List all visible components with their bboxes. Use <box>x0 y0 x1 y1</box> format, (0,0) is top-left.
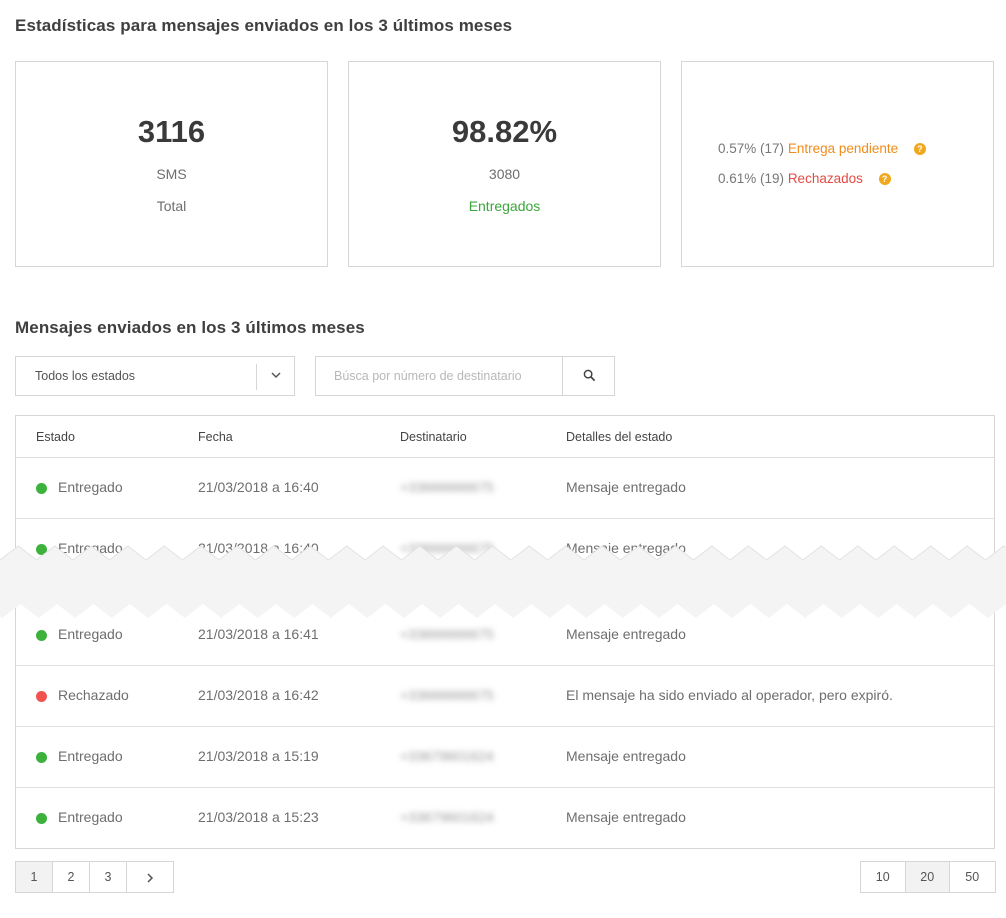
page-size-10[interactable]: 10 <box>861 862 906 892</box>
row-recipient: +33666666675 <box>400 479 494 495</box>
page-button-1[interactable]: 1 <box>16 862 53 892</box>
row-date: 21/03/2018 a 15:19 <box>198 748 319 764</box>
stats-title: Estadísticas para mensajes enviados en l… <box>15 16 513 35</box>
pending-label[interactable]: Entrega pendiente <box>788 141 898 156</box>
total-card: 3116 SMS Total <box>15 61 328 267</box>
delivered-card: 98.82% 3080 Entregados <box>348 61 661 267</box>
status-dot <box>36 691 47 702</box>
next-page-button[interactable] <box>127 862 173 892</box>
row-status: Entregado <box>58 626 123 642</box>
row-date: 21/03/2018 a 16:42 <box>198 687 319 703</box>
page-size-50[interactable]: 50 <box>950 862 995 892</box>
total-value: 3116 <box>137 114 206 149</box>
select-divider <box>256 364 257 390</box>
column-header-details: Detalles del estado <box>566 430 673 444</box>
row-date: 21/03/2018 a 15:23 <box>198 809 319 825</box>
delivered-percent: 98.82% <box>451 114 558 149</box>
status-dot <box>36 752 47 763</box>
row-recipient: +33666666675 <box>400 626 494 642</box>
messages-title: Mensajes enviados en los 3 últimos meses <box>15 318 365 337</box>
row-details: Mensaje entregado <box>566 748 686 764</box>
row-status: Rechazado <box>58 687 129 703</box>
table-row: Entregado 21/03/2018 a 15:19 +3367960162… <box>16 727 994 788</box>
row-details: Mensaje entregado <box>566 626 686 642</box>
rejected-label[interactable]: Rechazados <box>788 171 863 186</box>
help-icon[interactable]: ? <box>878 173 891 185</box>
table-header: Estado Fecha Destinatario Detalles del e… <box>16 416 994 458</box>
help-icon[interactable]: ? <box>913 143 926 155</box>
pending-line: 0.57% (17) Entrega pendiente ? <box>718 141 926 156</box>
row-date: 21/03/2018 a 16:40 <box>198 479 319 495</box>
search-input[interactable] <box>316 357 562 395</box>
row-details: Mensaje entregado <box>566 809 686 825</box>
column-header-recipient: Destinatario <box>400 430 467 444</box>
other-status-card: 0.57% (17) Entrega pendiente ? 0.61% (19… <box>681 61 994 267</box>
status-filter-value: Todos los estados <box>35 369 136 383</box>
recipient-search <box>315 356 615 396</box>
table-row: Entregado 21/03/2018 a 15:23 +3367960162… <box>16 788 994 849</box>
pagination: 1 2 3 <box>15 861 174 893</box>
total-label: Total <box>156 198 187 214</box>
delivered-label: Entregados <box>468 198 541 214</box>
table-row: Entregado 21/03/2018 a 16:40 +3366666667… <box>16 458 994 519</box>
status-dot <box>36 483 47 494</box>
table-row: Rechazado 21/03/2018 a 16:42 +3366666667… <box>16 666 994 727</box>
status-filter-select[interactable]: Todos los estados <box>15 356 295 396</box>
page-button-3[interactable]: 3 <box>90 862 127 892</box>
total-unit: SMS <box>156 166 187 182</box>
row-status: Entregado <box>58 748 123 764</box>
page-size-20[interactable]: 20 <box>905 862 950 892</box>
rejected-prefix: 0.61% (19) <box>718 171 785 186</box>
column-header-status: Estado <box>36 430 75 444</box>
page-button-2[interactable]: 2 <box>53 862 90 892</box>
row-details: El mensaje ha sido enviado al operador, … <box>566 687 893 703</box>
row-status: Entregado <box>58 809 123 825</box>
page-size-selector: 10 20 50 <box>860 861 996 893</box>
status-dot <box>36 630 47 641</box>
row-details: Mensaje entregado <box>566 479 686 495</box>
pending-prefix: 0.57% (17) <box>718 141 785 156</box>
messages-table: Estado Fecha Destinatario Detalles del e… <box>15 415 995 849</box>
row-status: Entregado <box>58 479 123 495</box>
row-recipient: +33679601624 <box>400 748 494 764</box>
row-recipient: +33679601624 <box>400 809 494 825</box>
rejected-line: 0.61% (19) Rechazados ? <box>718 171 891 186</box>
chevron-down-icon[interactable] <box>268 367 284 383</box>
row-recipient: +33666666675 <box>400 687 494 703</box>
torn-edge-divider <box>0 545 1006 618</box>
row-date: 21/03/2018 a 16:41 <box>198 626 319 642</box>
column-header-date: Fecha <box>198 430 233 444</box>
chevron-right-icon <box>147 873 154 883</box>
delivered-count: 3080 <box>488 166 521 182</box>
search-icon <box>583 369 596 382</box>
search-button[interactable] <box>562 357 615 395</box>
status-dot <box>36 813 47 824</box>
